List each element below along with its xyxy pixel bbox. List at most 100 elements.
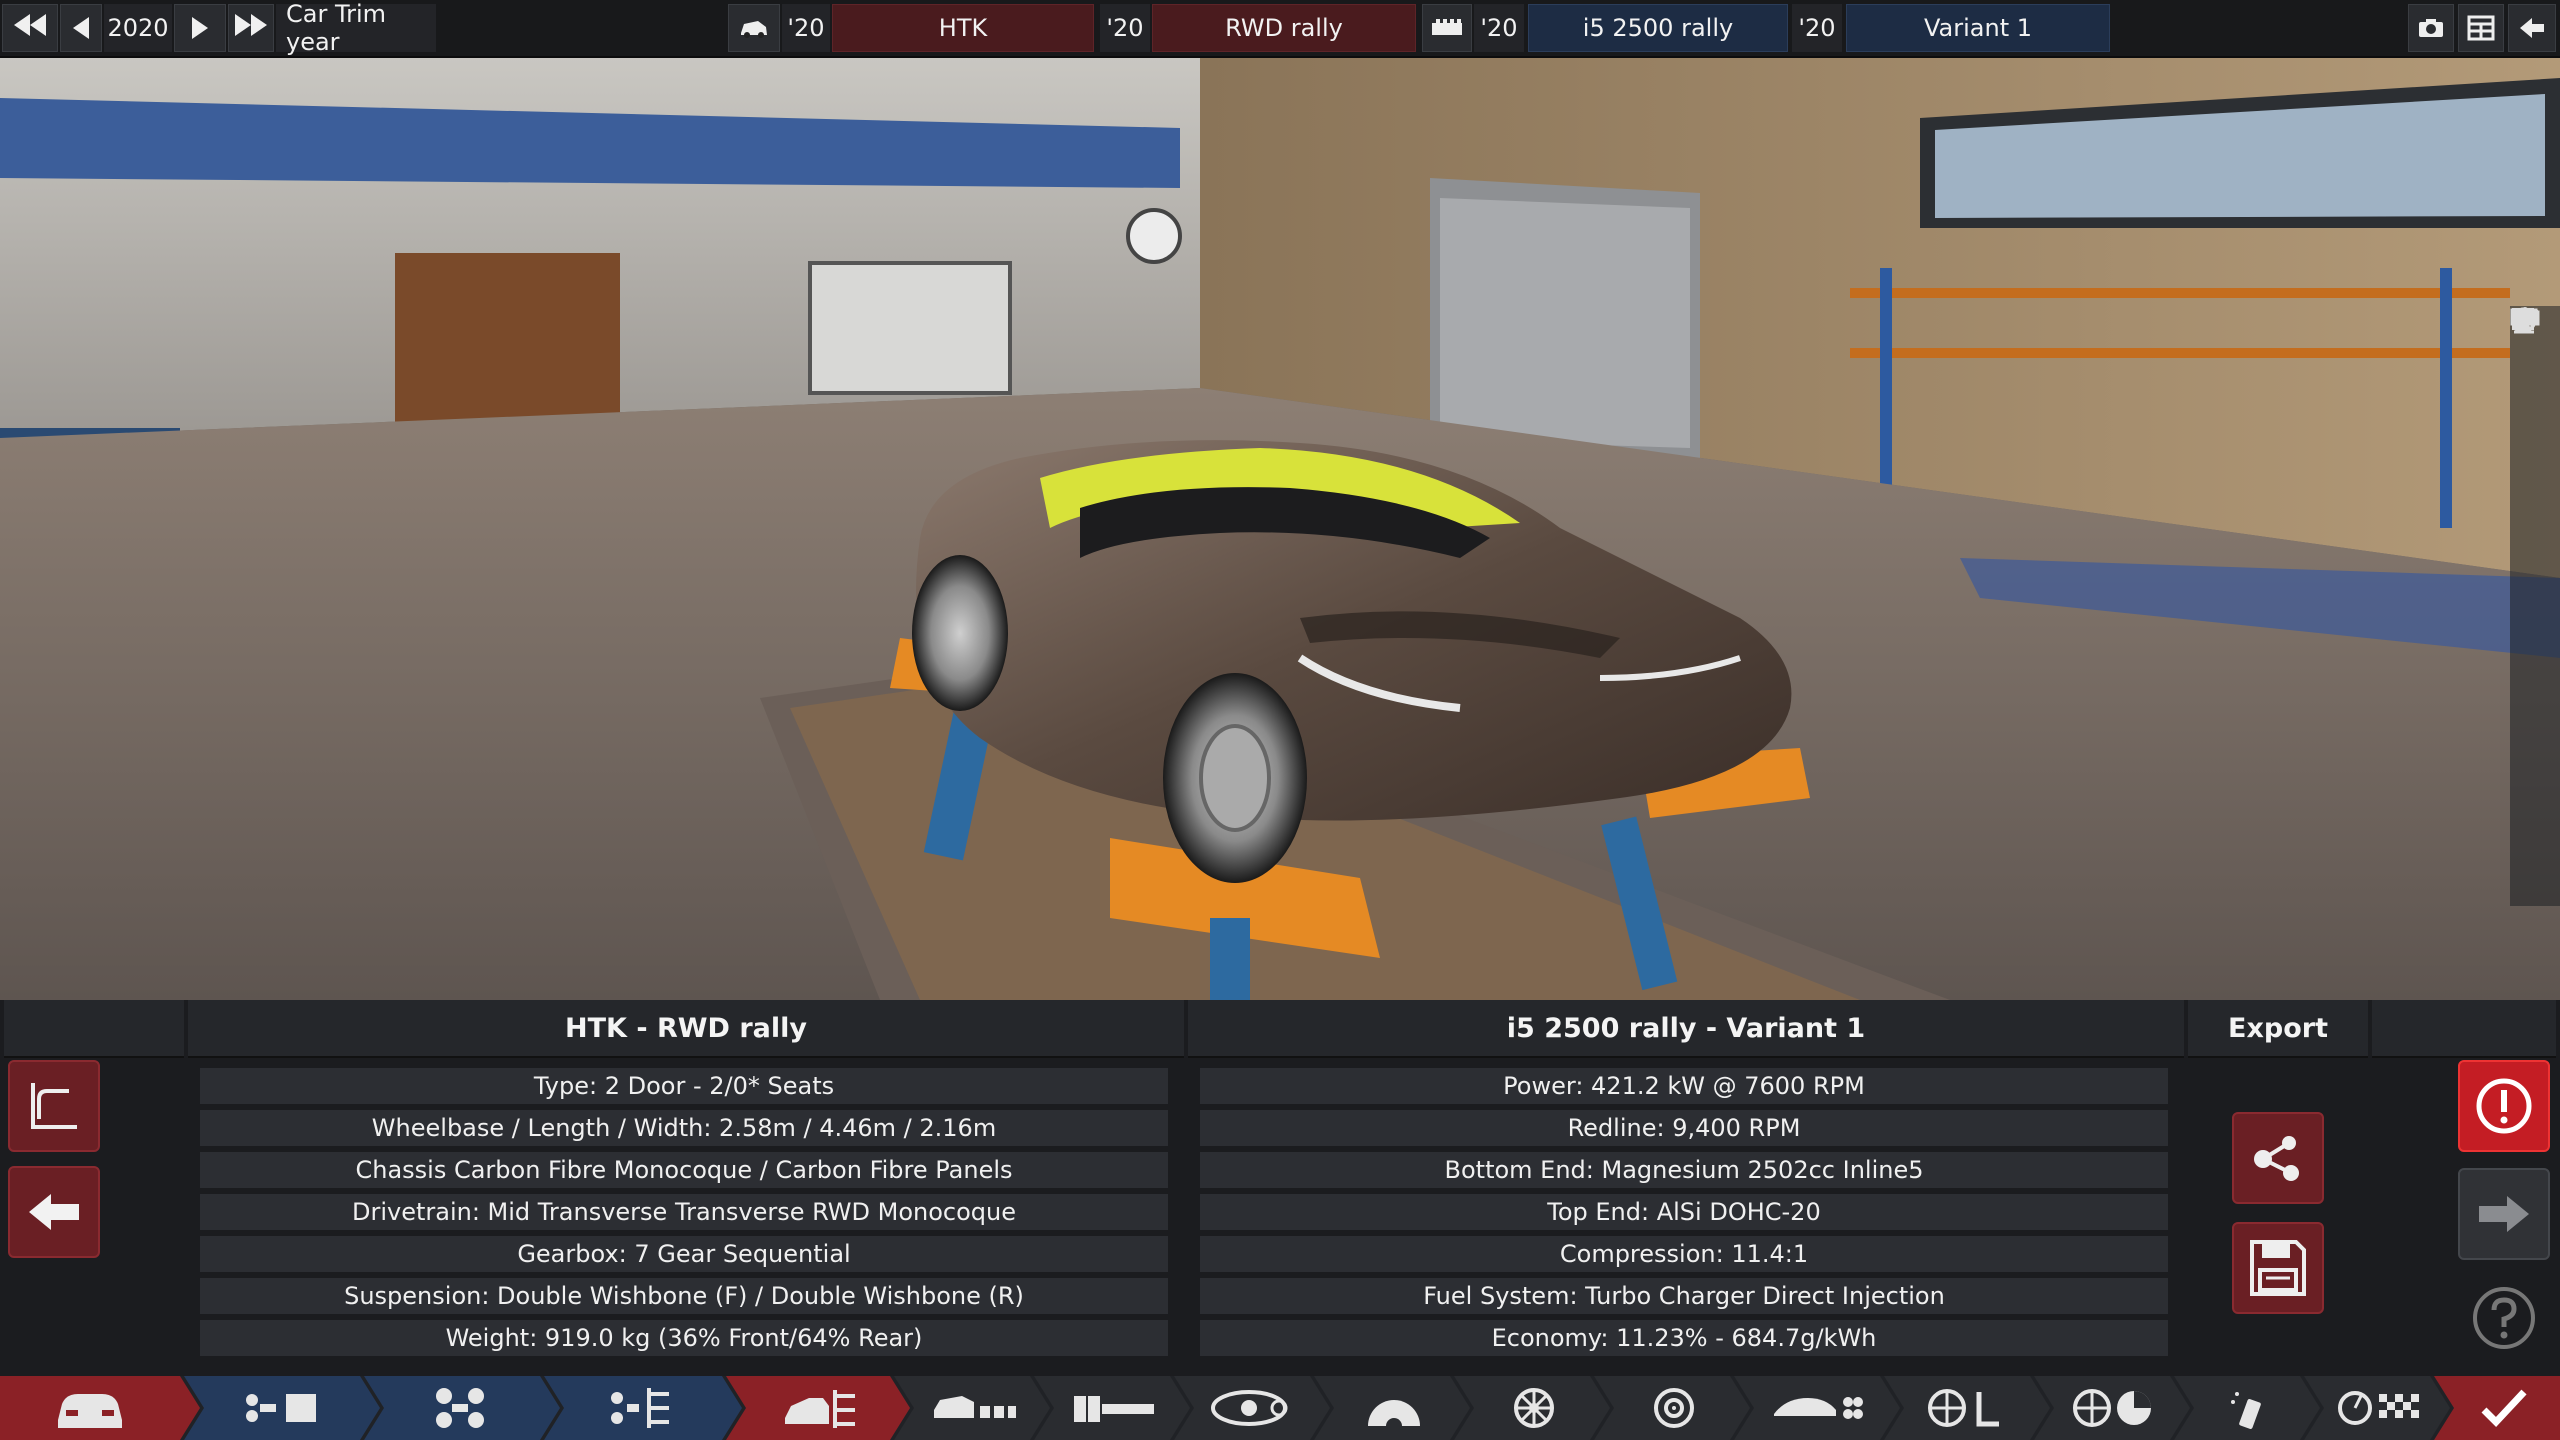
engine-placement-icon (1074, 1396, 1154, 1422)
car-spec-list: Type: 2 Door - 2/0* Seats Wheelbase / Le… (200, 1068, 1168, 1362)
model-year: '20 (782, 4, 830, 52)
wheel-icon (1514, 1388, 1554, 1428)
engine-eye-icon (1211, 1390, 1288, 1426)
car-summary-header: HTK - RWD rally (188, 1000, 1184, 1058)
wheel-pie-icon (2073, 1389, 2151, 1427)
nav-suspension[interactable] (380, 1376, 540, 1440)
bottom-navigation (0, 1376, 2560, 1440)
nav-interior[interactable] (914, 1376, 1034, 1440)
spray-paint-icon[interactable] (2512, 309, 2552, 453)
frame-icon[interactable] (2512, 308, 2552, 837)
nav-aero[interactable] (1754, 1376, 1884, 1440)
nav-testing[interactable] (2054, 1376, 2174, 1440)
back-arrow-icon (2520, 18, 2544, 38)
engine-icon (1432, 19, 1462, 35)
model-select-button[interactable] (728, 4, 780, 52)
car-spec-dimensions: Wheelbase / Length / Width: 2.58m / 4.46… (200, 1110, 1168, 1146)
nav-tires[interactable] (1904, 1376, 2034, 1440)
car-side-icon[interactable] (2512, 312, 2552, 645)
engine-year: '20 (1474, 4, 1524, 52)
nav-drivetrain[interactable] (560, 1376, 720, 1440)
camera-icon (2419, 19, 2443, 37)
drivetrain-icon (611, 1388, 669, 1428)
checkmark-icon (2481, 1389, 2527, 1428)
engine-name-field[interactable]: i5 2500 rally (1528, 4, 1788, 52)
engine-spec-compression: Compression: 11.4:1 (1200, 1236, 2168, 1272)
warning-button[interactable] (2458, 1060, 2550, 1152)
spray-can-icon (2231, 1392, 2261, 1429)
car-seats-icon (934, 1396, 1016, 1418)
nav-car-model[interactable] (10, 1376, 170, 1440)
engine-spec-list: Power: 421.2 kW @ 7600 RPM Redline: 9,40… (1200, 1068, 2168, 1362)
trim-year: '20 (1100, 4, 1150, 52)
car-spec-type: Type: 2 Door - 2/0* Seats (200, 1068, 1168, 1104)
year-forward-button[interactable] (174, 4, 226, 52)
seat-icon[interactable] (2514, 309, 2552, 741)
nav-confirm[interactable] (2454, 1376, 2554, 1440)
year-skip-forward-button[interactable] (228, 4, 274, 52)
left-column-header (4, 1000, 184, 1058)
engine-spec-redline: Redline: 9,400 RPM (1200, 1110, 2168, 1146)
engine-spec-top-end: Top End: AlSi DOHC-20 (1200, 1194, 2168, 1230)
question-icon (2473, 1287, 2535, 1349)
nav-finish[interactable] (2324, 1376, 2434, 1440)
axle-icon[interactable] (2512, 310, 2552, 501)
year-skip-back-button[interactable] (2, 4, 58, 52)
next-button[interactable] (2458, 1168, 2550, 1260)
nav-paint[interactable] (2194, 1376, 2304, 1440)
trim-name-field[interactable]: RWD rally (1152, 4, 1416, 52)
graph-view-button[interactable] (8, 1060, 100, 1152)
no-entry-icon[interactable] (2511, 307, 2552, 789)
engine-block-icon[interactable] (2510, 310, 2552, 693)
nav-engine-bay[interactable] (1054, 1376, 1174, 1440)
trim-year-label: Car Trim year (276, 0, 436, 56)
right-column-header (2372, 1000, 2556, 1058)
car-spec-suspension: Suspension: Double Wishbone (F) / Double… (200, 1278, 1168, 1314)
export-header: Export (2188, 1000, 2368, 1058)
nav-wheels[interactable] (1474, 1376, 1594, 1440)
share-button[interactable] (2232, 1112, 2324, 1204)
tire-l-icon (1928, 1389, 1999, 1427)
engine-summary-header: i5 2500 rally - Variant 1 (1188, 1000, 2184, 1058)
brake-disc-icon (1654, 1388, 1694, 1428)
save-button[interactable] (2232, 1222, 2324, 1314)
garage-3d-view[interactable] (0, 58, 2560, 1000)
layout-button[interactable] (2458, 4, 2504, 52)
engine-spec-power: Power: 421.2 kW @ 7600 RPM (1200, 1068, 2168, 1104)
year-display: 2020 (104, 4, 172, 52)
arrow-left-icon (73, 17, 89, 39)
steering-wheel-icon[interactable] (2511, 307, 2552, 405)
floppy-disk-icon (2250, 1240, 2306, 1296)
nav-body[interactable] (746, 1376, 896, 1440)
double-arrow-left-icon (14, 14, 46, 42)
car-spec-drivetrain: Drivetrain: Mid Transverse Transverse RW… (200, 1194, 1168, 1230)
gear-half-icon (1368, 1400, 1420, 1428)
model-name-field[interactable]: HTK (832, 4, 1094, 52)
nav-engine-tuning[interactable] (1194, 1376, 1314, 1440)
info-panel: HTK - RWD rally i5 2500 rally - Variant … (0, 1000, 2560, 1376)
nav-chassis[interactable] (200, 1376, 360, 1440)
back-button[interactable] (8, 1166, 100, 1258)
arrow-left-icon (29, 1194, 79, 1230)
screenshot-button[interactable] (2408, 4, 2454, 52)
suspension-icon (436, 1388, 484, 1428)
engine-spec-fuel-system: Fuel System: Turbo Charger Direct Inject… (1200, 1278, 2168, 1314)
arrow-right-icon (2479, 1196, 2529, 1232)
nav-gearbox[interactable] (1334, 1376, 1454, 1440)
car-body-icon (785, 1390, 855, 1428)
engine-select-button[interactable] (1422, 4, 1472, 52)
variant-name-field[interactable]: Variant 1 (1846, 4, 2110, 52)
light-bulb-icon[interactable] (2513, 308, 2552, 885)
car-front-icon (58, 1394, 122, 1428)
year-back-button[interactable] (60, 4, 102, 52)
exit-button[interactable] (2508, 4, 2556, 52)
car-fans-icon (1774, 1397, 1863, 1419)
garage-scene-illustration (0, 58, 2560, 1000)
panel-icon[interactable] (2510, 308, 2552, 549)
nav-brakes[interactable] (1614, 1376, 1734, 1440)
variant-year: '20 (1792, 4, 1842, 52)
help-button[interactable] (2458, 1272, 2550, 1364)
car-body-icon[interactable] (2512, 310, 2552, 597)
arrow-right-icon (192, 17, 208, 39)
side-tool-strip (2510, 306, 2560, 906)
